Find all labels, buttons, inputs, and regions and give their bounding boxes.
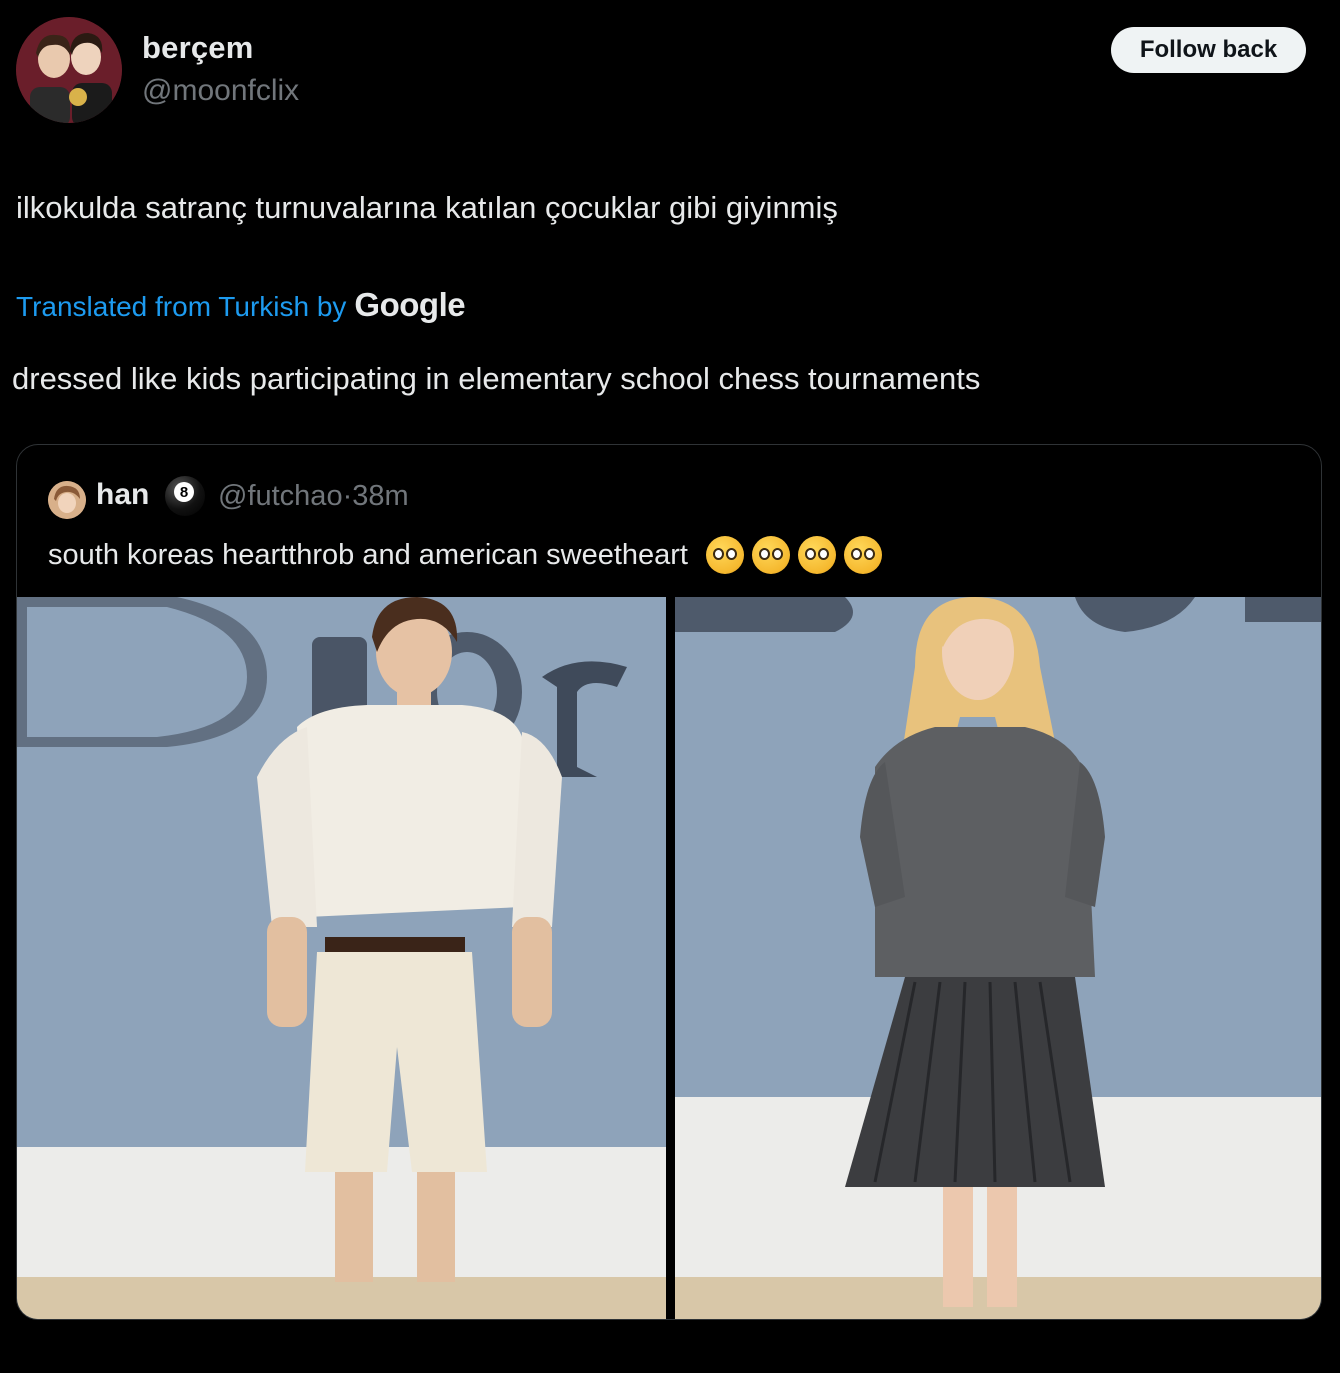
author-avatar[interactable]	[16, 17, 122, 123]
translation-attribution: Translated from Turkish by Google	[16, 286, 466, 324]
quoted-photo-left[interactable]	[17, 597, 666, 1319]
author-display-name[interactable]: berçem	[142, 30, 254, 66]
quoted-author-name[interactable]: han	[96, 478, 149, 512]
quoted-handle[interactable]: @futchao	[218, 480, 343, 512]
translated-text: dressed like kids participating in eleme…	[12, 361, 981, 396]
pleading-face-icon	[705, 536, 744, 574]
quoted-tweet[interactable]: han 8 @futchao·38m south koreas heartthr…	[16, 444, 1322, 1320]
quoted-photo-right[interactable]	[675, 597, 1321, 1319]
follow-back-button[interactable]: Follow back	[1111, 27, 1306, 73]
quoted-author-avatar[interactable]	[48, 481, 86, 519]
tweet-text: ilkokulda satranç turnuvalarına katılan …	[16, 190, 838, 225]
quoted-text: south koreas heartthrob and american swe…	[48, 538, 688, 571]
quoted-text-row: south koreas heartthrob and american swe…	[48, 536, 882, 574]
pleading-face-icon	[843, 536, 882, 574]
meta-separator: ·	[342, 480, 353, 512]
google-logo-text: Google	[354, 286, 466, 323]
quoted-meta: @futchao·38m	[218, 480, 409, 513]
eight-ball-icon: 8	[165, 476, 205, 516]
quoted-timestamp[interactable]: 38m	[352, 480, 408, 512]
translated-label[interactable]: Translated from Turkish by	[16, 291, 346, 323]
pleading-face-icon	[797, 536, 836, 574]
pleading-face-icon	[751, 536, 790, 574]
eight-ball-number: 8	[174, 482, 194, 502]
author-handle[interactable]: @moonfclix	[142, 74, 299, 108]
